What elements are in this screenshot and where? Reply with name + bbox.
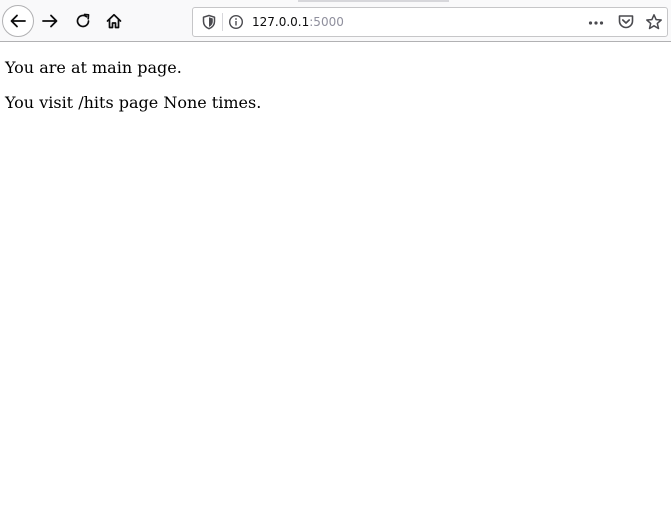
main-page-message: You are at main page. xyxy=(5,58,182,77)
back-button[interactable] xyxy=(2,5,34,37)
browser-window: 127.0.0.1:5000 You are at main page. You… xyxy=(0,0,671,525)
hits-count-message: You visit /hits page None times. xyxy=(5,93,262,112)
urlbar-separator xyxy=(222,13,223,31)
tab-strip-edge xyxy=(298,0,449,2)
more-dots-icon[interactable] xyxy=(587,14,605,32)
navigation-toolbar: 127.0.0.1:5000 xyxy=(0,0,671,42)
home-icon xyxy=(106,13,122,29)
site-info-icon[interactable] xyxy=(228,14,244,30)
url-host: 127.0.0.1 xyxy=(252,15,310,29)
home-button[interactable] xyxy=(99,6,129,36)
url-text[interactable]: 127.0.0.1:5000 xyxy=(252,14,344,30)
forward-button[interactable] xyxy=(35,6,65,36)
url-port: :5000 xyxy=(309,15,344,29)
page-content: You are at main page. You visit /hits pa… xyxy=(0,43,671,525)
arrow-right-icon xyxy=(42,14,58,28)
address-bar[interactable]: 127.0.0.1:5000 xyxy=(192,7,668,37)
tracking-protection-shield-icon[interactable] xyxy=(201,14,217,30)
reload-button[interactable] xyxy=(68,6,98,36)
pocket-icon[interactable] xyxy=(617,13,635,31)
arrow-left-icon xyxy=(10,14,26,28)
reload-icon xyxy=(76,13,90,28)
star-icon[interactable] xyxy=(645,13,663,31)
